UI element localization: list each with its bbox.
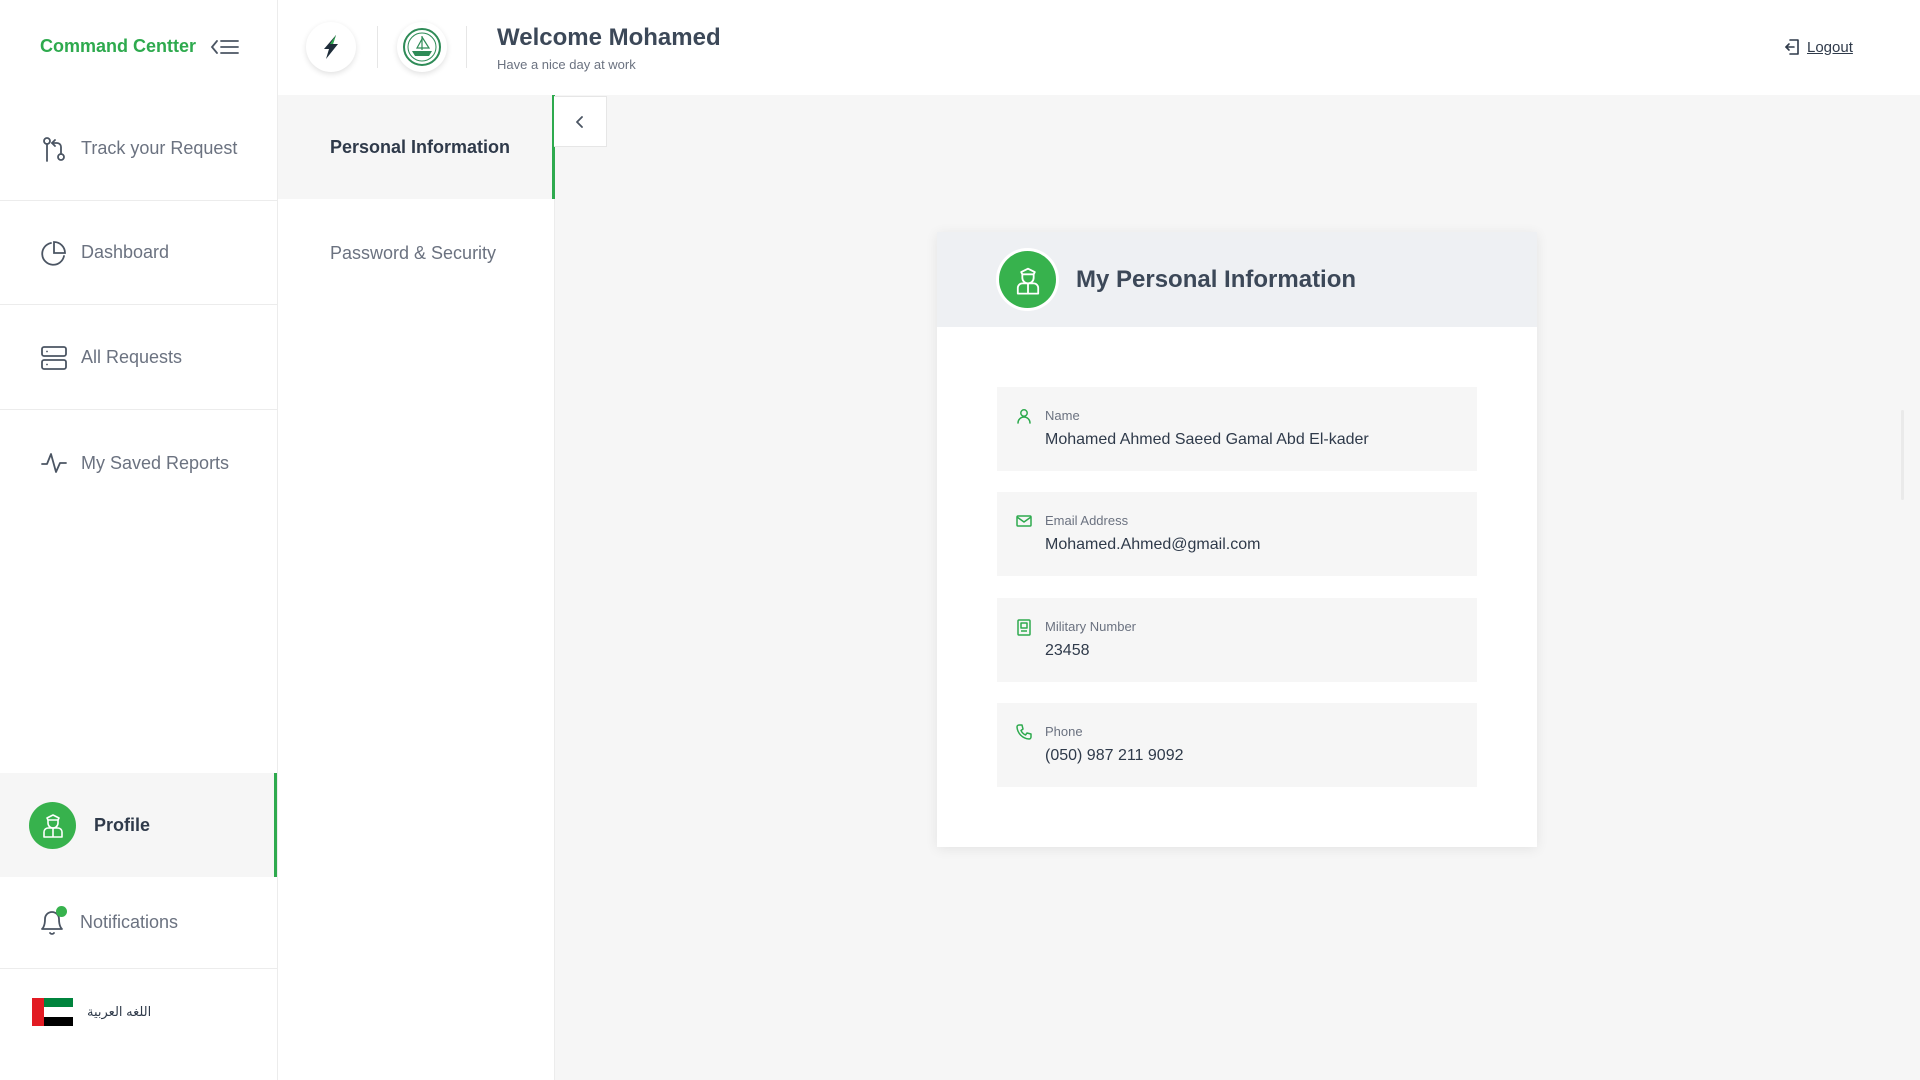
logout-label: Logout (1807, 38, 1853, 56)
field-value: (050) 987 211 9092 (1045, 747, 1184, 764)
sidebar-item-track-request[interactable]: Track your Request (0, 97, 277, 201)
emblem-icon (403, 28, 441, 66)
sidebar-item-profile[interactable]: Profile (0, 773, 277, 877)
officer-avatar-icon (42, 814, 63, 838)
tab-personal-information[interactable]: Personal Information (278, 95, 555, 199)
pie-chart-icon (41, 240, 66, 266)
id-badge-icon (1017, 619, 1031, 636)
personal-info-card: My Personal Information Name Mohamed Ahm… (937, 232, 1537, 847)
collapse-subnav-button[interactable] (554, 96, 607, 147)
sidebar-item-notifications[interactable]: Notifications (0, 877, 277, 969)
sidebar-item-dashboard[interactable]: Dashboard (0, 201, 277, 305)
officer-avatar-icon (1016, 267, 1039, 295)
field-label: Military Number (1045, 619, 1137, 634)
git-pull-request-icon (43, 136, 65, 162)
card-header: My Personal Information (937, 232, 1537, 327)
field-email: Email Address Mohamed.Ahmed@gmail.com (997, 492, 1477, 576)
welcome-subtitle: Have a nice day at work (497, 57, 636, 72)
phone-icon (1016, 724, 1032, 740)
avatar (29, 801, 76, 849)
bell-icon (38, 905, 67, 938)
feather-logo-icon (324, 35, 338, 59)
logout-button[interactable]: Logout (1783, 38, 1853, 56)
user-icon (1017, 409, 1031, 424)
field-value: Mohamed Ahmed Saeed Gamal Abd El-kader (1045, 431, 1369, 448)
header-divider (466, 26, 467, 68)
sidebar: Command Centter Track your Request Dashb… (0, 0, 278, 1080)
sidebar-item-label: Track your Request (81, 138, 238, 158)
sidebar-item-label: Notifications (80, 912, 179, 932)
field-value: 23458 (1045, 642, 1090, 659)
emblem-logo (397, 22, 447, 72)
field-label: Name (1045, 408, 1080, 423)
header-divider (377, 26, 378, 68)
field-military-number: Military Number 23458 (997, 598, 1477, 682)
field-phone: Phone (050) 987 211 9092 (997, 703, 1477, 787)
brand-title: Command Centter (40, 36, 197, 56)
card-title: My Personal Information (1076, 265, 1357, 293)
welcome-title: Welcome Mohamed (497, 24, 721, 51)
tab-password-security[interactable]: Password & Security (278, 201, 555, 305)
sidebar-item-all-requests[interactable]: All Requests (0, 306, 277, 410)
sidebar-item-label: My Saved Reports (81, 452, 230, 473)
field-name: Name Mohamed Ahmed Saeed Gamal Abd El-ka… (997, 387, 1477, 471)
avatar (999, 251, 1056, 308)
field-label: Email Address (1045, 513, 1129, 528)
scrollbar[interactable] (1901, 410, 1904, 500)
notification-dot (56, 905, 67, 917)
language-switch[interactable]: اللغه العربية (32, 998, 151, 1026)
logout-icon (1785, 39, 1799, 55)
menu-collapse-icon (210, 40, 239, 54)
sidebar-item-label: Profile (94, 814, 151, 835)
sidebar-item-label: Dashboard (81, 242, 170, 262)
language-label: اللغه العربية (87, 1004, 152, 1019)
app-logo (306, 22, 356, 72)
chevron-left-icon (576, 115, 583, 128)
sidebar-item-saved-reports[interactable]: My Saved Reports (0, 411, 277, 515)
mail-icon (1016, 515, 1032, 527)
profile-subnav: Personal Information Password & Security (278, 95, 555, 1080)
top-header: Welcome Mohamed Have a nice day at work … (278, 0, 1920, 95)
field-value: Mohamed.Ahmed@gmail.com (1045, 536, 1261, 553)
activity-icon (41, 453, 67, 473)
sidebar-item-label: All Requests (81, 347, 183, 367)
uae-flag-icon (32, 998, 73, 1026)
server-icon (41, 345, 67, 370)
field-label: Phone (1045, 724, 1083, 739)
collapse-sidebar-button[interactable] (210, 36, 240, 58)
